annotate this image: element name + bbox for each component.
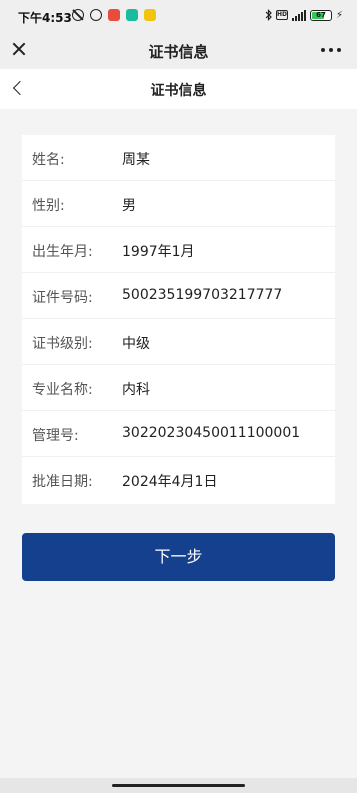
- page-title: 证书信息: [150, 83, 207, 99]
- status-icons-left: [72, 9, 156, 21]
- red-app-icon: [108, 9, 120, 21]
- next-button[interactable]: 下一步: [22, 533, 335, 581]
- info-row-name: 姓名: 周某: [22, 135, 335, 181]
- page-header: 证书信息: [0, 69, 357, 109]
- info-value: 中级: [122, 336, 150, 352]
- info-label: 性别:: [32, 198, 65, 214]
- info-label: 批准日期:: [32, 474, 93, 490]
- mute-icon: [72, 9, 84, 21]
- info-row-level: 证书级别: 中级: [22, 319, 335, 365]
- browser-title: 证书信息: [148, 43, 209, 61]
- certificate-info-card: 姓名: 周某 性别: 男 出生年月: 1997年1月 证件号码: 5002351…: [22, 135, 335, 504]
- browser-bar: 证书信息: [0, 32, 357, 69]
- signal-icon: [291, 9, 306, 21]
- teal-app-icon: [126, 9, 138, 21]
- info-label: 姓名:: [32, 152, 65, 168]
- info-row-id-number: 证件号码: 500235199703217777: [22, 273, 335, 319]
- info-value: 周某: [122, 152, 150, 168]
- status-time: 下午4:53: [18, 11, 72, 25]
- yellow-app-icon: [144, 9, 156, 21]
- info-value: 2024年4月1日: [122, 474, 218, 490]
- info-label: 证书级别:: [32, 336, 93, 352]
- alarm-icon: [90, 9, 102, 21]
- status-icons-right: HD 67 ⚡: [265, 9, 343, 21]
- more-icon[interactable]: [321, 48, 341, 52]
- info-row-birth: 出生年月: 1997年1月: [22, 227, 335, 273]
- info-value: 内科: [122, 382, 150, 398]
- info-row-specialty: 专业名称: 内科: [22, 365, 335, 411]
- info-label: 证件号码:: [32, 290, 93, 306]
- info-value: 1997年1月: [122, 244, 195, 260]
- info-label: 专业名称:: [32, 382, 93, 398]
- hd-icon: HD: [275, 10, 288, 20]
- info-value: 500235199703217777: [122, 287, 283, 303]
- charging-icon: ⚡: [335, 9, 343, 21]
- info-value: 男: [122, 198, 136, 214]
- info-row-approval-date: 批准日期: 2024年4月1日: [22, 457, 335, 503]
- home-indicator[interactable]: [112, 784, 245, 787]
- gesture-bar: [0, 778, 357, 793]
- status-bar: 下午4:53 HD 67 ⚡: [0, 0, 357, 32]
- info-value: 30220230450011100001: [122, 425, 301, 441]
- info-row-management-number: 管理号: 30220230450011100001: [22, 411, 335, 457]
- info-label: 管理号:: [32, 428, 79, 444]
- battery-icon: 67: [309, 9, 332, 21]
- battery-level: 67: [316, 10, 326, 19]
- bluetooth-icon: [265, 9, 272, 21]
- info-row-gender: 性别: 男: [22, 181, 335, 227]
- info-label: 出生年月:: [32, 244, 93, 260]
